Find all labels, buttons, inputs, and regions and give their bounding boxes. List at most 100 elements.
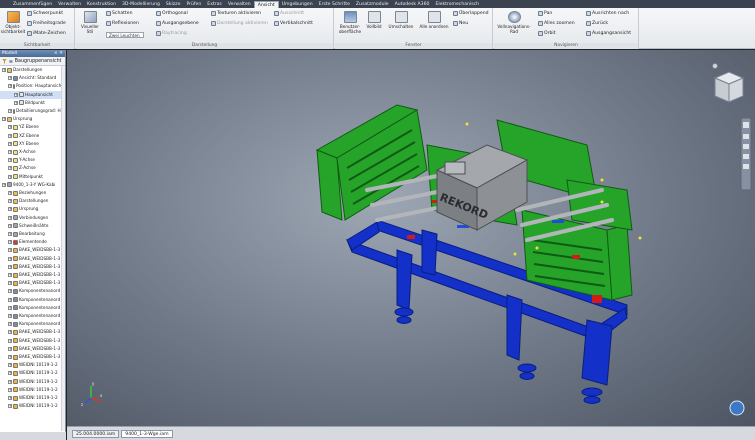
browser-view-select[interactable]: Baugruppenansicht xyxy=(15,59,62,64)
user-interface-button[interactable]: Benutzer- oberfläche xyxy=(337,11,363,34)
section-button[interactable]: Ausschnitt xyxy=(274,11,304,16)
browser-node[interactable]: + Darstellungen xyxy=(0,66,62,74)
pan-icon[interactable] xyxy=(743,134,749,139)
expand-toggle-icon[interactable]: + xyxy=(8,125,12,130)
browser-node[interactable]: + BAKE_WEIDSBB-1-3 xyxy=(0,345,62,353)
graphics-viewport[interactable]: REKORD x y z xyxy=(67,50,755,426)
previous-view-button[interactable]: Zurück xyxy=(586,21,608,26)
browser-node[interactable]: + XY Ebene xyxy=(0,140,62,148)
browser-node[interactable]: + Darstellungen xyxy=(0,197,62,205)
expand-toggle-icon[interactable]: + xyxy=(8,199,12,204)
expand-toggle-icon[interactable]: + xyxy=(8,248,12,253)
browser-node[interactable]: + BAKE_WEIDSBB-1-3 xyxy=(0,328,62,336)
orthographic-button[interactable]: Orthogonal xyxy=(156,11,188,16)
expand-toggle-icon[interactable]: + xyxy=(8,223,12,228)
ribbon-tab[interactable]: Zusammenfügen xyxy=(10,1,55,8)
vertical-section-button[interactable]: Vertikalschnitt xyxy=(274,21,313,26)
ribbon-tab[interactable]: Ansicht xyxy=(253,1,279,8)
expand-toggle-icon[interactable]: + xyxy=(8,330,12,335)
browser-node[interactable]: + Verbindungen xyxy=(0,214,62,222)
browser-node[interactable]: +9400_1-3-Y WG-Kabi xyxy=(0,181,62,189)
cascade-button[interactable]: Überlappend xyxy=(453,11,489,16)
expand-toggle-icon[interactable]: + xyxy=(8,215,12,220)
expand-toggle-icon[interactable]: + xyxy=(8,166,12,171)
expand-toggle-icon[interactable]: + xyxy=(8,264,12,269)
filter-icon[interactable] xyxy=(2,58,7,64)
orbit-icon[interactable] xyxy=(743,154,749,159)
expand-toggle-icon[interactable]: + xyxy=(8,363,12,368)
viewcube-icon[interactable] xyxy=(712,63,745,103)
browser-node[interactable]: + Elementende xyxy=(0,238,62,246)
expand-toggle-icon[interactable]: + xyxy=(8,289,12,294)
home-icon[interactable] xyxy=(712,63,718,69)
degrees-of-freedom-button[interactable]: Freiheitsgrade xyxy=(27,21,66,26)
ground-plane-button[interactable]: Ausgangsebene xyxy=(156,21,199,26)
textures-button[interactable]: Texturen aktivieren xyxy=(211,11,261,16)
raytracing-button[interactable]: Raytracing xyxy=(156,31,187,36)
expand-toggle-icon[interactable]: + xyxy=(8,387,12,392)
ribbon-tab[interactable]: Autodesk A360 xyxy=(392,1,433,8)
close-icon[interactable]: × ✕ xyxy=(54,50,63,57)
browser-node[interactable]: + BAKE_WEIDSBB-1-3 xyxy=(0,255,62,263)
browser-node[interactable]: + Komponentenanord xyxy=(0,304,62,312)
expand-toggle-icon[interactable]: + xyxy=(8,232,12,236)
browser-node[interactable]: + Detaillierungsgrad: Ha xyxy=(0,107,63,115)
ribbon-tab[interactable]: Prüfen xyxy=(183,1,204,8)
ribbon-tab[interactable]: 3D-Modellierung xyxy=(119,1,163,8)
browser-node[interactable]: + Komponentenanord xyxy=(0,312,62,320)
expand-toggle-icon[interactable]: + xyxy=(14,100,18,105)
ribbon-tab[interactable]: Skizze xyxy=(163,1,184,8)
expand-toggle-icon[interactable]: + xyxy=(8,281,12,286)
browser-node[interactable]: + Beziehungen xyxy=(0,189,62,197)
menu-icon[interactable]: ☰ xyxy=(9,59,13,64)
expand-toggle-icon[interactable]: + xyxy=(2,182,6,187)
home-view-button[interactable]: Ausgangsansicht xyxy=(586,31,631,36)
switch-window-button[interactable]: Umschalten xyxy=(388,11,414,29)
expand-toggle-icon[interactable]: + xyxy=(8,158,12,163)
center-of-gravity-button[interactable]: Schwerpunkt xyxy=(27,11,63,16)
expand-toggle-icon[interactable]: + xyxy=(8,371,12,376)
expand-toggle-icon[interactable]: + xyxy=(8,379,12,384)
arrange-all-button[interactable]: Alle anordnen xyxy=(419,11,449,29)
fullscreen-button[interactable]: Vollbild xyxy=(365,11,383,29)
appearance-button[interactable]: Darstellung aktivieren xyxy=(211,21,268,26)
imate-glyphs-button[interactable]: iMate-Zeichen xyxy=(27,31,66,36)
expand-toggle-icon[interactable]: + xyxy=(8,174,12,179)
expand-toggle-icon[interactable]: + xyxy=(8,322,12,327)
browser-node[interactable]: + Komponentenanord xyxy=(0,296,62,304)
expand-toggle-icon[interactable]: + xyxy=(2,68,6,72)
browser-scrollbar[interactable] xyxy=(61,66,65,431)
browser-node[interactable]: + XZ Ebene xyxy=(0,132,62,140)
browser-node[interactable]: + Ansicht: Standard xyxy=(0,74,62,82)
document-tab[interactable]: 25.004.0000.iam xyxy=(72,429,120,438)
zoom-all-button[interactable]: Alles zoomen xyxy=(538,21,575,26)
ribbon-tab[interactable]: Extras xyxy=(204,1,225,8)
expand-toggle-icon[interactable]: + xyxy=(8,396,12,400)
shadows-button[interactable]: Schatten xyxy=(106,11,133,16)
browser-node[interactable]: + BAKE_WEIDSBB-1-3 xyxy=(0,353,62,361)
expand-toggle-icon[interactable]: + xyxy=(8,355,12,359)
reflections-button[interactable]: Reflexionen xyxy=(106,21,139,26)
browser-node[interactable]: + WEIDNI 10119-1-2 xyxy=(0,369,62,377)
browser-node[interactable]: + Z-Achse xyxy=(0,164,62,172)
expand-toggle-icon[interactable]: + xyxy=(8,84,12,89)
zoom-icon[interactable] xyxy=(743,144,749,149)
visual-style-button[interactable]: Visueller Stil xyxy=(79,11,101,34)
ribbon-tab[interactable]: Erste Schritte xyxy=(316,1,353,8)
expand-toggle-icon[interactable]: + xyxy=(8,191,12,195)
browser-node[interactable]: + Mittelpunkt xyxy=(0,173,62,181)
expand-toggle-icon[interactable]: + xyxy=(8,133,12,138)
expand-toggle-icon[interactable]: + xyxy=(8,305,12,310)
browser-node[interactable]: + WEIDNI 10119-1-2 xyxy=(0,386,62,394)
ribbon-tab[interactable]: Verwalten xyxy=(55,1,84,8)
look-at-icon[interactable] xyxy=(743,164,749,169)
browser-node[interactable]: + WEIDNI 10119-1-2 xyxy=(0,361,62,369)
browser-node[interactable]: + Schweißnähte xyxy=(0,222,62,230)
expand-toggle-icon[interactable]: + xyxy=(8,141,12,146)
orbit-button[interactable]: Orbit xyxy=(538,31,556,36)
share-icon[interactable] xyxy=(729,400,745,416)
browser-node[interactable]: + WEIDNI 10119-1-2 xyxy=(0,394,62,402)
document-tab[interactable]: 9400_1-3-Wge.iam xyxy=(121,429,173,438)
ribbon-tab[interactable]: Zusatzmodule xyxy=(353,1,392,8)
browser-node[interactable]: + Bearbeitung xyxy=(0,230,62,238)
